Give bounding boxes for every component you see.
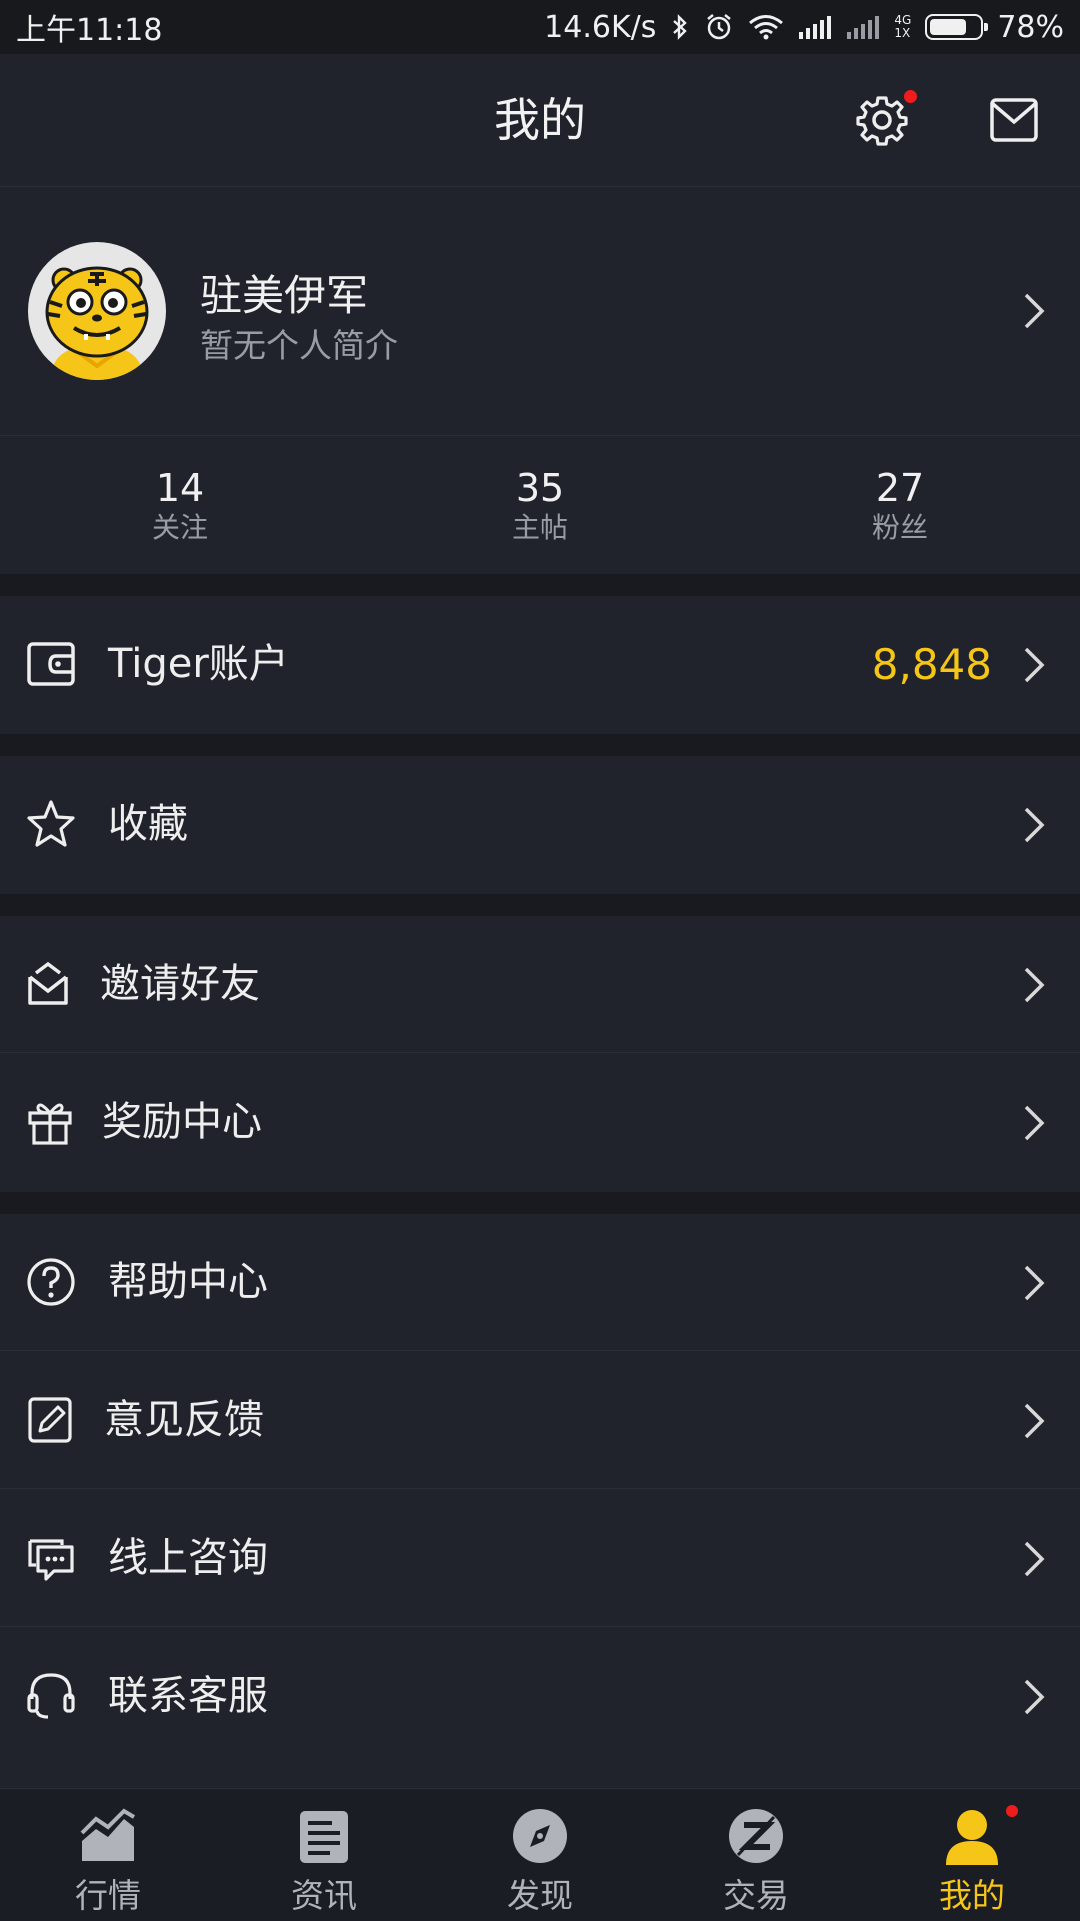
tab-label: 行情 <box>75 1876 141 1915</box>
menu-label: 帮助中心 <box>108 1259 268 1305</box>
chevron-right-icon <box>1024 1105 1045 1141</box>
menu-label: 联系客服 <box>108 1673 268 1719</box>
menu-item-tiger-account[interactable]: Tiger账户 8,848 <box>0 596 1080 733</box>
bottom-tab-bar: 行情 资讯 发现 交易 我的 <box>0 1788 1080 1921</box>
chart-icon <box>80 1808 136 1861</box>
menu-label: 意见反馈 <box>104 1397 264 1443</box>
compass-icon <box>513 1809 567 1863</box>
stat-fans[interactable]: 27 粉丝 <box>780 466 1020 546</box>
network-type-bottom: 1X <box>894 26 911 40</box>
status-indicators: 14.6K/s 4G 1X 78% <box>544 10 1064 45</box>
section-gap <box>0 574 1080 596</box>
menu-item-contact-service[interactable]: 联系客服 <box>0 1628 1080 1765</box>
settings-notification-dot <box>904 90 917 103</box>
bluetooth-icon <box>673 14 688 40</box>
section-gap <box>0 1192 1080 1214</box>
menu-item-invite-friends[interactable]: 邀请好友 <box>0 916 1080 1053</box>
page-title: 我的 <box>494 93 586 147</box>
menu-item-favorites[interactable]: 收藏 <box>0 756 1080 893</box>
chevron-right-icon <box>1024 1541 1045 1577</box>
battery-percent: 78% <box>997 9 1064 45</box>
menu-label: 奖励中心 <box>102 1099 262 1145</box>
menu-item-feedback[interactable]: 意见反馈 <box>0 1352 1080 1489</box>
network-type: 4G 1X <box>894 14 911 40</box>
envelope-icon <box>28 961 68 1005</box>
battery-fill <box>930 19 967 35</box>
section-gap <box>0 734 1080 756</box>
top-bar: 我的 <box>0 54 1080 187</box>
menu-item-online-consult[interactable]: 线上咨询 <box>0 1490 1080 1627</box>
tab-discover[interactable]: 发现 <box>432 1789 648 1921</box>
stat-posts[interactable]: 35 主帖 <box>420 466 660 546</box>
wallet-icon <box>27 642 75 686</box>
tab-label: 资讯 <box>291 1876 357 1915</box>
profile-card[interactable]: 驻美伊军 暂无个人简介 <box>0 187 1080 436</box>
menu-label: 邀请好友 <box>100 961 260 1007</box>
menu-item-rewards-center[interactable]: 奖励中心 <box>0 1054 1080 1191</box>
tab-notification-dot <box>1006 1805 1018 1817</box>
tab-label: 交易 <box>723 1876 789 1915</box>
headset-icon <box>27 1673 75 1719</box>
menu-item-help-center[interactable]: 帮助中心 <box>0 1214 1080 1351</box>
stats-row: 14 关注 35 主帖 27 粉丝 <box>0 436 1080 573</box>
stat-label: 关注 <box>151 511 208 544</box>
net-speed: 14.6K/s <box>544 9 657 45</box>
chevron-right-icon <box>1024 1403 1045 1439</box>
chevron-right-icon <box>1024 1679 1045 1715</box>
gift-icon <box>28 1103 72 1145</box>
trade-icon <box>729 1809 783 1863</box>
chevron-right-icon <box>1024 647 1045 683</box>
edit-icon <box>28 1397 72 1443</box>
person-icon <box>946 1810 998 1865</box>
signal-icon-secondary <box>847 16 880 39</box>
question-icon <box>27 1258 75 1306</box>
wifi-icon <box>749 15 784 40</box>
menu-label: Tiger账户 <box>108 641 289 687</box>
tiger-avatar-icon <box>45 266 149 380</box>
profile-bio: 暂无个人简介 <box>200 326 398 365</box>
chevron-right-icon <box>1024 967 1045 1003</box>
status-bar: 上午11:18 14.6K/s 4G 1X 78% <box>0 0 1080 54</box>
stat-value: 35 <box>515 466 565 510</box>
tab-news[interactable]: 资讯 <box>216 1789 432 1921</box>
profile-name: 驻美伊军 <box>200 271 369 320</box>
tab-label: 发现 <box>507 1876 573 1915</box>
tab-mine[interactable]: 我的 <box>864 1789 1080 1921</box>
mail-icon[interactable] <box>990 98 1038 142</box>
star-icon <box>27 800 75 847</box>
gear-icon[interactable] <box>856 94 908 146</box>
tab-trade[interactable]: 交易 <box>648 1789 864 1921</box>
chat-icon <box>28 1539 74 1581</box>
avatar[interactable] <box>28 242 166 380</box>
stat-label: 主帖 <box>511 511 568 544</box>
signal-icon <box>799 16 832 39</box>
stat-value: 27 <box>875 466 925 510</box>
alarm-icon <box>707 14 732 40</box>
status-time: 上午11:18 <box>16 13 163 48</box>
tab-market[interactable]: 行情 <box>0 1789 216 1921</box>
chevron-right-icon <box>1024 293 1045 329</box>
menu-label: 线上咨询 <box>108 1535 268 1581</box>
stat-label: 粉丝 <box>871 511 928 544</box>
menu-label: 收藏 <box>108 801 188 847</box>
tab-label: 我的 <box>939 1876 1005 1915</box>
chevron-right-icon <box>1024 807 1045 843</box>
stat-value: 14 <box>155 466 205 510</box>
account-value: 8,848 <box>871 640 992 689</box>
chevron-right-icon <box>1024 1265 1045 1301</box>
section-gap <box>0 894 1080 916</box>
battery-icon <box>925 14 989 40</box>
news-icon <box>300 1811 348 1863</box>
stat-following[interactable]: 14 关注 <box>60 466 300 546</box>
